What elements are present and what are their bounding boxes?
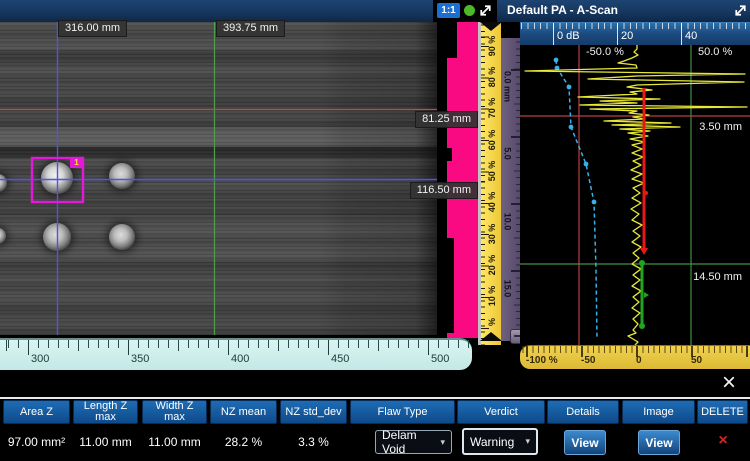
depth-label: 0.0 mm [502,69,513,105]
col-header-image[interactable]: Image [622,400,695,424]
db-label: 20 [621,30,633,42]
status-dot-icon [464,5,475,16]
col-header-delete[interactable]: DELETE [697,400,748,424]
pct-label: 20 % [486,248,498,282]
cscan-panel-header [0,0,433,22]
ascan-traces [520,45,750,345]
pct-label: 50 % [486,154,498,188]
depth-label: 15.0 [502,271,513,307]
db-gain-ruler[interactable]: 0 dB 20 40 [520,22,750,46]
ascan-panel-header: Default PA - A-Scan [497,0,750,22]
col-header-flaw-type[interactable]: Flaw Type [350,400,455,424]
table-top-border [0,397,750,399]
flaw-type-select[interactable]: Delam Void ▾ [375,430,452,454]
v-cursor2-label: 393.75 mm [216,20,285,37]
details-view-button[interactable]: View [564,430,606,455]
x-tick-label: 350 [131,353,149,365]
pct-label: 70 % [486,91,498,125]
col-header-details[interactable]: Details [547,400,619,424]
chevron-down-icon: ▾ [525,436,530,447]
col-header-nz-mean[interactable]: NZ mean [210,400,277,424]
close-icon[interactable]: × [716,370,742,396]
amp-label: -50 [581,355,595,366]
x-tick-label: 400 [231,353,249,365]
ascan-plot[interactable]: -50.0 % 50.0 % 3.50 mm 14.50 mm [520,45,750,345]
col-header-area-z[interactable]: Area Z [3,400,70,424]
pct-label: 40 % [486,185,498,219]
amplitude-percent-ruler[interactable]: 90 % 80 % 70 % 60 % 50 % 40 % 30 % 20 % … [481,22,501,345]
app-window: 1:1 Default PA - A-Scan 1 [0,0,750,461]
verdict-select[interactable]: Warning ▾ [462,428,538,455]
x-tick-label: 450 [331,353,349,365]
db-label: 40 [685,30,697,42]
expand-icon[interactable] [477,2,494,19]
amplitude-axis-ruler[interactable]: -100 % -50 0 50 [520,345,750,369]
x-tick-label: 300 [31,353,49,365]
scan-axis-ruler[interactable]: 300 350 400 450 500 [0,338,472,370]
ascan-panel-title: Default PA - A-Scan [507,3,618,17]
roi-number-badge[interactable]: 1 [70,157,83,168]
pct-label: 80 % [486,60,498,94]
h-cursor2-label: 116.50 mm [410,182,478,199]
cscan-cursor-overlay [0,22,437,335]
ascan-expand-icon[interactable] [732,2,749,19]
verdict-value: Warning [470,435,514,449]
col-header-nz-std-dev[interactable]: NZ std_dev [280,400,347,424]
chevron-down-icon: ▾ [440,437,445,448]
pos-gate-label: 50.0 % [698,46,732,58]
pct-label: 90 % [486,29,498,63]
col-header-width-z[interactable]: Width Z max [142,400,207,424]
cell-width-z: 11.00 mm [142,427,207,457]
amp-label: -100 % [526,355,558,366]
depth-label: 10.0 [502,204,513,240]
cell-nz-std-dev: 3.3 % [280,427,347,457]
h-cursor1-label: 81.25 mm [415,111,478,128]
pct-label: 30 % [486,217,498,251]
db-label: 0 dB [557,30,580,42]
x-tick-label: 500 [431,353,449,365]
neg-gate-label: -50.0 % [586,46,624,58]
side-strip-image[interactable] [437,22,478,338]
cscan-image[interactable]: 1 [0,22,437,335]
cell-length-z: 11.00 mm [73,427,138,457]
flaw-type-value: Delam Void [382,428,440,456]
col-header-verdict[interactable]: Verdict [457,400,545,424]
depth-label: 5.0 [502,136,513,172]
image-view-button[interactable]: View [638,430,680,455]
range-pointer-bottom[interactable] [480,332,502,341]
col-header-length-z[interactable]: Length Z max [73,400,138,424]
depth-line2-label: 14.50 mm [693,271,742,283]
amp-label: 50 [691,355,702,366]
zoom-1-1-button[interactable]: 1:1 [437,3,460,18]
amp-label: 0 [636,355,642,366]
delete-row-button[interactable]: × [712,430,734,452]
v-cursor1-label: 316.00 mm [58,20,127,37]
cell-area-z: 97.00 mm² [3,427,70,457]
depth-line1-label: 3.50 mm [699,121,742,133]
cell-nz-mean: 28.2 % [210,427,277,457]
depth-mm-ruler[interactable]: 0.0 mm 5.0 10.0 15.0 [501,38,520,341]
pct-label: 60 % [486,123,498,157]
range-pointer-top[interactable] [480,22,502,31]
